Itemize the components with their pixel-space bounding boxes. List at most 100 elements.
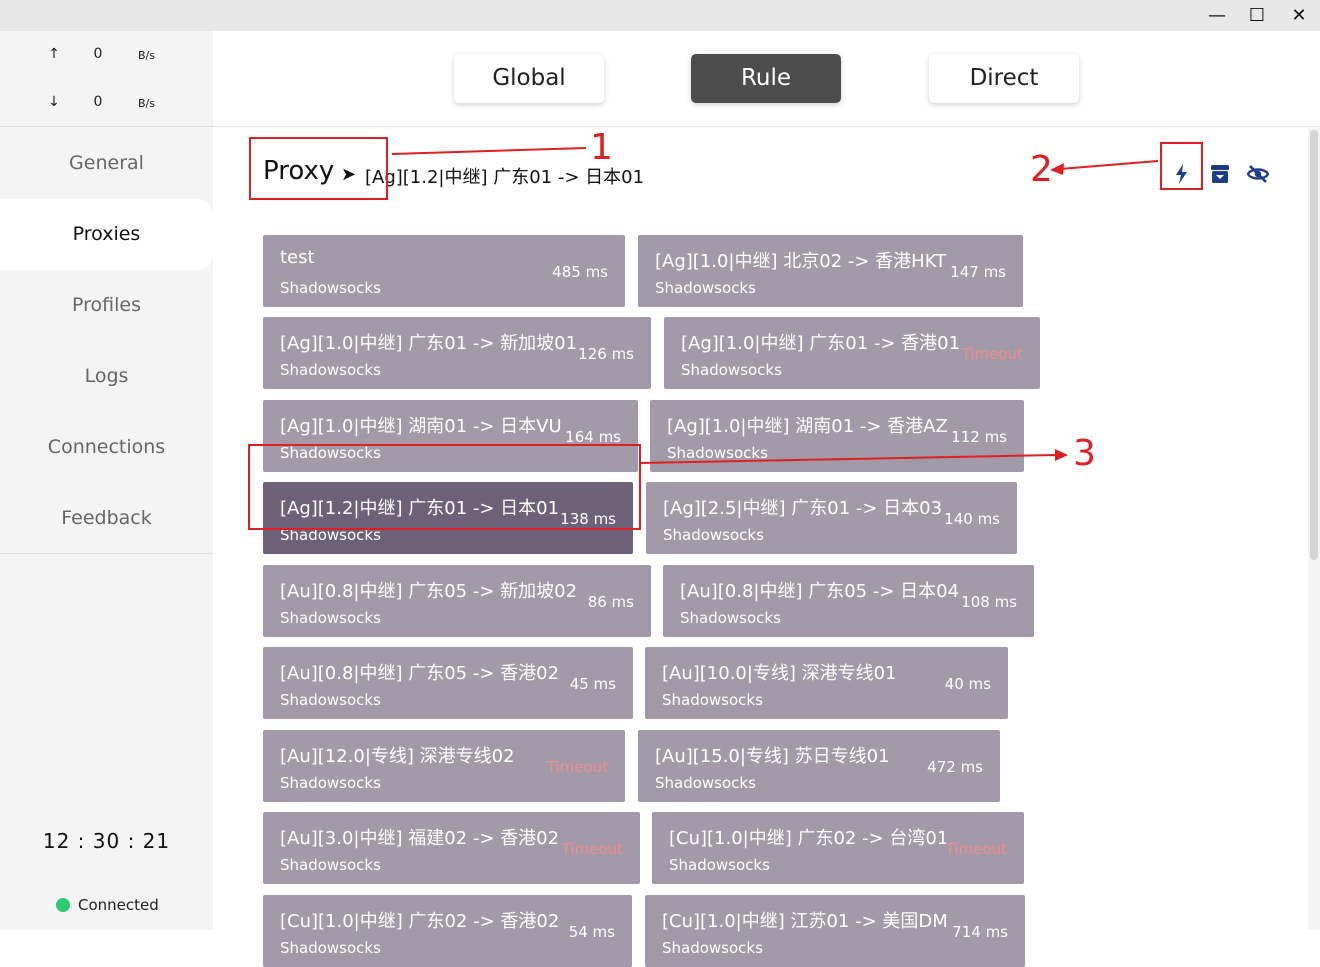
proxy-delay[interactable]: Timeout xyxy=(562,840,623,858)
mode-switcher: Global Rule Direct xyxy=(213,31,1320,127)
mode-global-button[interactable]: Global xyxy=(454,54,604,103)
proxy-type: Shadowsocks xyxy=(280,691,381,709)
nav-feedback[interactable]: Feedback xyxy=(0,483,213,554)
nav-profiles[interactable]: Profiles xyxy=(0,270,213,341)
proxy-type: Shadowsocks xyxy=(681,361,782,379)
proxy-delay[interactable]: 86 ms xyxy=(588,593,634,611)
archive-icon[interactable] xyxy=(1208,162,1232,186)
annotation-box-2 xyxy=(1160,142,1203,190)
proxy-card[interactable]: [Ag][1.0|中继] 北京02 -> 香港HKT Shadowsocks 147… xyxy=(638,235,1023,307)
proxy-type: Shadowsocks xyxy=(280,279,381,297)
nav-general[interactable]: General xyxy=(0,128,213,199)
proxy-name: [Ag][1.0|中继] 广东01 -> 香港01 xyxy=(681,333,961,354)
proxy-type: Shadowsocks xyxy=(280,361,381,379)
proxy-delay[interactable]: Timeout xyxy=(547,758,608,776)
proxy-type: Shadowsocks xyxy=(662,691,763,709)
mode-rule-button[interactable]: Rule xyxy=(691,54,841,103)
proxy-name: [Cu][1.0|中继] 广东02 -> 香港02 xyxy=(280,911,560,932)
proxy-delay[interactable]: 54 ms xyxy=(569,923,615,941)
proxy-type: Shadowsocks xyxy=(280,939,381,957)
proxy-name: [Cu][1.0|中继] 江苏01 -> 美国DM xyxy=(662,911,948,932)
eye-off-icon[interactable] xyxy=(1246,162,1270,186)
traffic-panel: ↑ 0 B/s ↓ 0 B/s xyxy=(0,31,213,127)
scrollbar[interactable] xyxy=(1308,128,1320,930)
proxy-type: Shadowsocks xyxy=(669,856,770,874)
status-dot-icon xyxy=(56,898,70,912)
nav-divider xyxy=(0,553,213,554)
proxy-name: [Au][0.8|中继] 广东05 -> 新加坡02 xyxy=(280,581,578,602)
annotation-label-1: 1 xyxy=(590,127,613,168)
annotation-label-2: 2 xyxy=(1030,149,1053,190)
proxy-name: [Ag][1.0|中继] 广东01 -> 新加坡01 xyxy=(280,333,578,354)
proxy-delay[interactable]: 112 ms xyxy=(951,428,1007,446)
proxy-delay[interactable]: 472 ms xyxy=(927,758,983,776)
proxy-card[interactable]: [Au][10.0|专线] 深港专线01 Shadowsocks 40 ms xyxy=(645,647,1008,719)
clock: 12 : 30 : 21 xyxy=(42,829,171,853)
proxy-name: [Ag][1.0|中继] 湖南01 -> 日本VU xyxy=(280,416,562,437)
minimize-icon[interactable]: — xyxy=(1205,4,1229,28)
nav-connections[interactable]: Connections xyxy=(0,412,213,483)
mode-direct-button[interactable]: Direct xyxy=(929,54,1079,103)
proxy-name: [Cu][1.0|中继] 广东02 -> 台湾01 xyxy=(669,828,949,849)
proxy-type: Shadowsocks xyxy=(663,526,764,544)
proxy-card[interactable]: [Cu][1.0|中继] 广东02 -> 台湾01 Shadowsocks Time… xyxy=(652,812,1024,884)
upload-unit: B/s xyxy=(138,49,155,62)
proxy-delay[interactable]: 108 ms xyxy=(961,593,1017,611)
connection-status: Connected xyxy=(56,896,159,914)
proxy-delay[interactable]: Timeout xyxy=(962,345,1023,363)
download-unit: B/s xyxy=(138,97,155,110)
close-icon[interactable]: ✕ xyxy=(1287,4,1311,28)
proxy-type: Shadowsocks xyxy=(280,856,381,874)
proxy-delay[interactable]: 485 ms xyxy=(552,263,608,281)
proxy-name: test xyxy=(280,247,315,268)
proxy-card[interactable]: test Shadowsocks 485 ms xyxy=(263,235,625,307)
proxy-type: Shadowsocks xyxy=(662,939,763,957)
proxy-card[interactable]: [Ag][1.0|中继] 广东01 -> 新加坡01 Shadowsocks 126… xyxy=(263,317,651,389)
proxy-type: Shadowsocks xyxy=(280,774,381,792)
proxy-type: Shadowsocks xyxy=(655,774,756,792)
scrollbar-thumb[interactable] xyxy=(1310,130,1318,560)
maximize-icon[interactable]: ☐ xyxy=(1245,4,1269,28)
proxy-name: [Ag][1.0|中继] 北京02 -> 香港HKT xyxy=(655,251,947,272)
upload-arrow-icon: ↑ xyxy=(48,46,60,62)
proxy-name: [Ag][2.5|中继] 广东01 -> 日本03 xyxy=(663,498,943,519)
proxy-card[interactable]: [Au][0.8|中继] 广东05 -> 新加坡02 Shadowsocks 86 … xyxy=(263,565,651,637)
upload-speed: ↑ 0 B/s xyxy=(0,46,213,70)
download-arrow-icon: ↓ xyxy=(48,94,60,110)
proxy-card[interactable]: [Au][0.8|中继] 广东05 -> 香港02 Shadowsocks 45 m… xyxy=(263,647,633,719)
proxy-name: [Au][3.0|中继] 福建02 -> 香港02 xyxy=(280,828,560,849)
proxy-delay[interactable]: 140 ms xyxy=(944,510,1000,528)
proxy-name: [Au][0.8|中继] 广东05 -> 日本04 xyxy=(680,581,960,602)
proxy-type: Shadowsocks xyxy=(280,609,381,627)
proxy-delay[interactable]: 714 ms xyxy=(952,923,1008,941)
proxy-delay[interactable]: 147 ms xyxy=(950,263,1006,281)
status-label: Connected xyxy=(78,896,159,914)
annotation-label-3: 3 xyxy=(1073,433,1096,474)
proxy-card[interactable]: [Au][0.8|中继] 广东05 -> 日本04 Shadowsocks 108 … xyxy=(663,565,1034,637)
proxy-card[interactable]: [Cu][1.0|中继] 江苏01 -> 美国DM Shadowsocks 714 … xyxy=(645,895,1025,967)
annotation-box-1 xyxy=(249,137,388,200)
proxy-card[interactable]: [Au][12.0|专线] 深港专线02 Shadowsocks Timeout xyxy=(263,730,625,802)
proxy-card[interactable]: [Ag][2.5|中继] 广东01 -> 日本03 Shadowsocks 140 … xyxy=(646,482,1017,554)
proxy-name: [Ag][1.0|中继] 湖南01 -> 香港AZ xyxy=(667,416,948,437)
proxy-type: Shadowsocks xyxy=(680,609,781,627)
proxy-card[interactable]: [Au][15.0|专线] 苏日专线01 Shadowsocks 472 ms xyxy=(638,730,1000,802)
proxy-delay[interactable]: 45 ms xyxy=(570,675,616,693)
proxy-type: Shadowsocks xyxy=(667,444,768,462)
proxy-name: [Au][0.8|中继] 广东05 -> 香港02 xyxy=(280,663,560,684)
upload-value: 0 xyxy=(93,46,103,62)
download-speed: ↓ 0 B/s xyxy=(0,94,213,118)
title-bar: — ☐ ✕ xyxy=(0,0,1320,31)
annotation-box-3 xyxy=(248,444,641,530)
nav-logs[interactable]: Logs xyxy=(0,341,213,412)
download-value: 0 xyxy=(93,94,103,110)
proxy-card[interactable]: [Cu][1.0|中继] 广东02 -> 香港02 Shadowsocks 54 m… xyxy=(263,895,632,967)
nav-proxies[interactable]: Proxies xyxy=(0,199,213,270)
proxy-name: [Au][10.0|专线] 深港专线01 xyxy=(662,663,897,684)
proxy-delay[interactable]: 126 ms xyxy=(578,345,634,363)
proxy-delay[interactable]: 40 ms xyxy=(945,675,991,693)
proxy-card[interactable]: [Ag][1.0|中继] 湖南01 -> 香港AZ Shadowsocks 112 … xyxy=(650,400,1024,472)
proxy-card[interactable]: [Ag][1.0|中继] 广东01 -> 香港01 Shadowsocks Time… xyxy=(664,317,1040,389)
proxy-card[interactable]: [Au][3.0|中继] 福建02 -> 香港02 Shadowsocks Time… xyxy=(263,812,640,884)
proxy-delay[interactable]: Timeout xyxy=(946,840,1007,858)
